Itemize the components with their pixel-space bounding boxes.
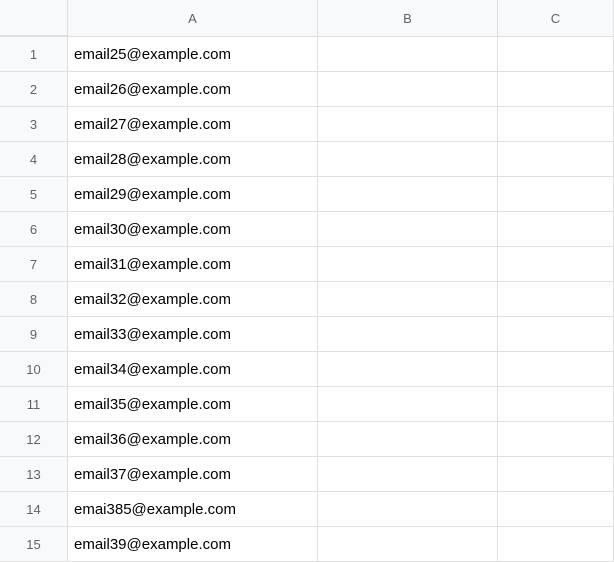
cell[interactable] bbox=[318, 282, 498, 316]
row-header[interactable]: 1 bbox=[0, 37, 68, 71]
cell[interactable]: email33@example.com bbox=[68, 317, 318, 351]
row-header[interactable]: 6 bbox=[0, 212, 68, 246]
cell[interactable] bbox=[498, 212, 614, 246]
cell[interactable] bbox=[498, 37, 614, 71]
table-row: 1 email25@example.com bbox=[0, 37, 614, 72]
table-row: 15 email39@example.com bbox=[0, 527, 614, 562]
cell[interactable] bbox=[318, 107, 498, 141]
cell[interactable] bbox=[318, 177, 498, 211]
table-row: 5 email29@example.com bbox=[0, 177, 614, 212]
row-header[interactable]: 7 bbox=[0, 247, 68, 281]
table-row: 6 email30@example.com bbox=[0, 212, 614, 247]
cell[interactable]: email28@example.com bbox=[68, 142, 318, 176]
cell[interactable] bbox=[318, 422, 498, 456]
cell[interactable] bbox=[498, 317, 614, 351]
cell[interactable]: email34@example.com bbox=[68, 352, 318, 386]
cell[interactable] bbox=[498, 72, 614, 106]
cell[interactable] bbox=[498, 142, 614, 176]
table-row: 12 email36@example.com bbox=[0, 422, 614, 457]
cell[interactable]: email39@example.com bbox=[68, 527, 318, 561]
row-header[interactable]: 5 bbox=[0, 177, 68, 211]
cell[interactable] bbox=[498, 457, 614, 491]
spreadsheet: A B C 1 email25@example.com 2 email26@ex… bbox=[0, 0, 614, 536]
cell[interactable] bbox=[318, 387, 498, 421]
row-header[interactable]: 13 bbox=[0, 457, 68, 491]
table-row: 2 email26@example.com bbox=[0, 72, 614, 107]
row-header[interactable]: 10 bbox=[0, 352, 68, 386]
select-all-corner[interactable] bbox=[0, 0, 68, 36]
cell[interactable]: email27@example.com bbox=[68, 107, 318, 141]
cell[interactable] bbox=[498, 492, 614, 526]
cell[interactable]: email32@example.com bbox=[68, 282, 318, 316]
row-header[interactable]: 3 bbox=[0, 107, 68, 141]
row-header[interactable]: 15 bbox=[0, 527, 68, 561]
table-row: 11 email35@example.com bbox=[0, 387, 614, 422]
column-header-c[interactable]: C bbox=[498, 0, 614, 36]
row-header[interactable]: 4 bbox=[0, 142, 68, 176]
column-header-b[interactable]: B bbox=[318, 0, 498, 36]
cell[interactable]: email26@example.com bbox=[68, 72, 318, 106]
cell[interactable]: email29@example.com bbox=[68, 177, 318, 211]
cell[interactable]: email31@example.com bbox=[68, 247, 318, 281]
cell[interactable] bbox=[498, 352, 614, 386]
table-row: 13 email37@example.com bbox=[0, 457, 614, 492]
table-row: 14 emai385@example.com bbox=[0, 492, 614, 527]
cell[interactable] bbox=[318, 317, 498, 351]
cell[interactable] bbox=[318, 142, 498, 176]
cell[interactable] bbox=[498, 177, 614, 211]
row-header[interactable]: 8 bbox=[0, 282, 68, 316]
column-header-a[interactable]: A bbox=[68, 0, 318, 36]
cell[interactable] bbox=[318, 457, 498, 491]
cell[interactable]: emai385@example.com bbox=[68, 492, 318, 526]
table-row: 9 email33@example.com bbox=[0, 317, 614, 352]
cell[interactable] bbox=[498, 247, 614, 281]
column-header-row: A B C bbox=[0, 0, 614, 37]
rows-container: 1 email25@example.com 2 email26@example.… bbox=[0, 37, 614, 562]
table-row: 10 email34@example.com bbox=[0, 352, 614, 387]
cell[interactable] bbox=[318, 492, 498, 526]
row-header[interactable]: 11 bbox=[0, 387, 68, 421]
cell[interactable] bbox=[318, 352, 498, 386]
cell[interactable] bbox=[498, 282, 614, 316]
cell[interactable]: email30@example.com bbox=[68, 212, 318, 246]
cell[interactable] bbox=[498, 387, 614, 421]
cell[interactable] bbox=[318, 72, 498, 106]
cell[interactable] bbox=[318, 527, 498, 561]
row-header[interactable]: 12 bbox=[0, 422, 68, 456]
cell[interactable] bbox=[498, 527, 614, 561]
row-header[interactable]: 14 bbox=[0, 492, 68, 526]
cell[interactable] bbox=[498, 107, 614, 141]
table-row: 3 email27@example.com bbox=[0, 107, 614, 142]
cell[interactable] bbox=[318, 37, 498, 71]
cell[interactable]: email36@example.com bbox=[68, 422, 318, 456]
cell[interactable]: email25@example.com bbox=[68, 37, 318, 71]
table-row: 4 email28@example.com bbox=[0, 142, 614, 177]
cell[interactable]: email35@example.com bbox=[68, 387, 318, 421]
row-header[interactable]: 9 bbox=[0, 317, 68, 351]
cell[interactable] bbox=[498, 422, 614, 456]
cell[interactable] bbox=[318, 212, 498, 246]
cell[interactable] bbox=[318, 247, 498, 281]
cell[interactable]: email37@example.com bbox=[68, 457, 318, 491]
table-row: 7 email31@example.com bbox=[0, 247, 614, 282]
table-row: 8 email32@example.com bbox=[0, 282, 614, 317]
row-header[interactable]: 2 bbox=[0, 72, 68, 106]
